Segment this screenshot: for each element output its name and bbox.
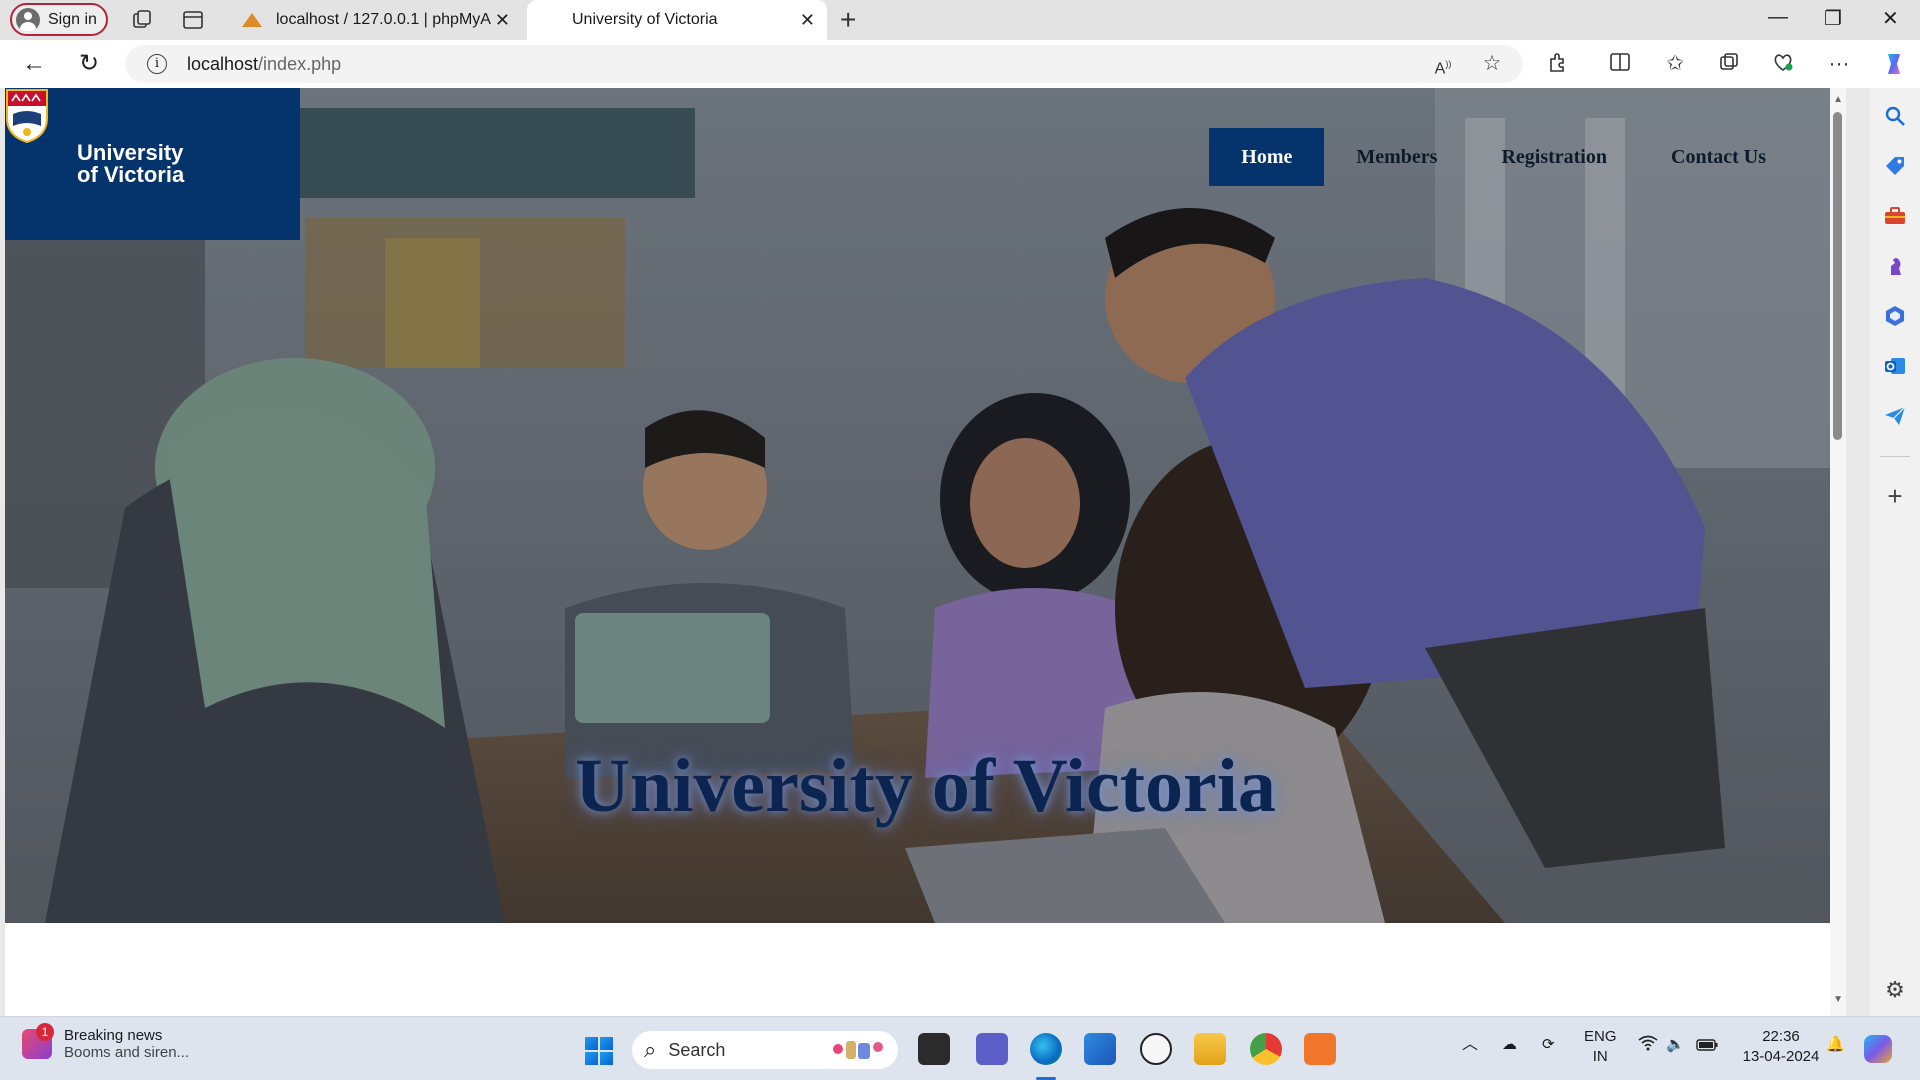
- logo-line-2: of Victoria: [77, 162, 185, 187]
- task-view-icon[interactable]: [918, 1033, 950, 1065]
- search-icon[interactable]: [1883, 104, 1907, 128]
- extensions-icon[interactable]: [1545, 51, 1571, 77]
- language-code: ENG: [1584, 1028, 1617, 1045]
- browser-toolbar: ← ↻ i localhost/index.php A)) ☆ ✩ ···: [0, 40, 1920, 88]
- close-tab-icon[interactable]: ✕: [800, 10, 815, 30]
- vertical-tabs-icon[interactable]: [181, 8, 205, 32]
- copilot-taskbar-icon[interactable]: [1864, 1035, 1892, 1063]
- browser-essentials-icon[interactable]: [1770, 51, 1796, 77]
- language-indicator[interactable]: ENG IN: [1584, 1027, 1617, 1067]
- news-title: Breaking news: [64, 1027, 163, 1044]
- nav-members[interactable]: Members: [1324, 128, 1469, 186]
- favorite-icon[interactable]: ☆: [1479, 51, 1505, 77]
- news-icon: 1: [22, 1023, 54, 1059]
- microsoft-365-icon[interactable]: [1883, 304, 1907, 328]
- battery-icon[interactable]: [1696, 1037, 1718, 1057]
- refresh-icon[interactable]: ↻: [75, 50, 103, 78]
- news-subtitle: Booms and siren...: [64, 1044, 190, 1061]
- info-icon[interactable]: i: [147, 54, 167, 74]
- url-host: localhost: [187, 53, 259, 74]
- nav-registration[interactable]: Registration: [1469, 128, 1639, 186]
- university-crest-icon: [6, 89, 48, 144]
- scroll-up-icon[interactable]: ▲: [1833, 94, 1843, 105]
- restore-icon[interactable]: ❐: [1824, 6, 1842, 31]
- shopping-tag-icon[interactable]: [1883, 154, 1907, 178]
- edge-browser-icon[interactable]: [1030, 1033, 1062, 1065]
- taskbar-search-box[interactable]: ⌕ Search: [632, 1031, 898, 1069]
- send-icon[interactable]: [1883, 404, 1907, 428]
- microsoft-store-icon[interactable]: [1084, 1033, 1116, 1065]
- outlook-icon[interactable]: [1883, 354, 1907, 378]
- close-window-icon[interactable]: ✕: [1882, 6, 1899, 31]
- collections-icon[interactable]: [1716, 51, 1742, 77]
- profile-avatar-icon: [16, 7, 40, 32]
- windows-taskbar: 1 Breaking news Booms and siren... ⌕ Sea…: [0, 1016, 1920, 1080]
- read-aloud-icon[interactable]: A)): [1430, 51, 1456, 77]
- clock[interactable]: 22:36 13-04-2024: [1742, 1027, 1820, 1067]
- tools-icon[interactable]: [1883, 204, 1907, 228]
- hero-title: University of Victoria: [575, 744, 1276, 828]
- notifications-icon[interactable]: 🔔: [1826, 1035, 1845, 1055]
- favorites-icon[interactable]: ✩: [1662, 51, 1688, 77]
- search-glass-icon: ⌕: [644, 1037, 657, 1062]
- search-highlight-icon: [833, 1041, 883, 1059]
- split-screen-icon[interactable]: [1607, 51, 1633, 77]
- sync-icon[interactable]: ⟳: [1542, 1035, 1555, 1055]
- main-navigation: Home Members Registration Contact Us: [1209, 128, 1798, 186]
- scroll-down-icon[interactable]: ▼: [1833, 994, 1843, 1005]
- minimize-icon[interactable]: —: [1768, 6, 1788, 29]
- news-widget[interactable]: 1 Breaking news Booms and siren...: [22, 1023, 190, 1061]
- region-code: IN: [1592, 1048, 1608, 1065]
- more-icon[interactable]: ···: [1826, 51, 1852, 77]
- copilot-icon[interactable]: [1880, 51, 1906, 77]
- phpmyadmin-favicon-icon: [242, 11, 262, 29]
- add-sidebar-app-icon[interactable]: +: [1883, 483, 1907, 509]
- dell-icon[interactable]: [1140, 1033, 1172, 1065]
- wifi-icon[interactable]: [1638, 1035, 1658, 1057]
- show-hidden-icons-icon[interactable]: ︿: [1462, 1035, 1478, 1055]
- sidebar-divider: [1880, 456, 1910, 457]
- logo-line-1: University: [77, 140, 184, 165]
- sign-in-button[interactable]: Sign in: [10, 3, 108, 36]
- taskbar-search-label: Search: [668, 1039, 726, 1060]
- tab-university-of-victoria[interactable]: University of Victoria ✕: [527, 0, 827, 40]
- url-path: /index.php: [258, 53, 342, 74]
- start-button-icon[interactable]: [585, 1037, 613, 1065]
- chrome-icon[interactable]: [1250, 1033, 1282, 1065]
- page-scrollbar[interactable]: ▲ ▼: [1830, 88, 1846, 1016]
- clock-date: 13-04-2024: [1742, 1048, 1820, 1065]
- nav-home[interactable]: Home: [1209, 128, 1325, 186]
- tab-strip: Sign in localhost / 127.0.0.1 | phpMyAdm…: [0, 0, 1920, 40]
- games-icon[interactable]: [1883, 254, 1907, 278]
- address-bar[interactable]: i localhost/index.php: [125, 45, 1523, 83]
- volume-icon[interactable]: 🔈: [1666, 1035, 1685, 1055]
- xampp-icon[interactable]: [1304, 1033, 1336, 1065]
- tab-phpmyadmin[interactable]: localhost / 127.0.0.1 | phpMyAdmin ✕: [232, 0, 522, 40]
- site-logo[interactable]: University of Victoria: [5, 88, 300, 240]
- tab-title: localhost / 127.0.0.1 | phpMyAdmin: [276, 11, 491, 28]
- nav-contact-us[interactable]: Contact Us: [1639, 128, 1798, 186]
- sign-in-label: Sign in: [48, 10, 97, 28]
- edge-sidebar: + ⚙: [1870, 88, 1920, 1016]
- onedrive-icon[interactable]: ☁: [1502, 1035, 1517, 1055]
- clock-time: 22:36: [1762, 1028, 1800, 1045]
- hero-section: University of Victoria Home Members Regi…: [5, 88, 1846, 923]
- back-icon[interactable]: ←: [20, 50, 48, 78]
- tab-title: University of Victoria: [572, 11, 718, 28]
- file-explorer-icon[interactable]: [1194, 1033, 1226, 1065]
- close-tab-icon[interactable]: ✕: [495, 10, 510, 30]
- settings-icon[interactable]: ⚙: [1883, 978, 1907, 1002]
- news-badge: 1: [36, 1023, 54, 1041]
- scroll-thumb[interactable]: [1833, 112, 1842, 440]
- workspaces-icon[interactable]: [130, 8, 154, 32]
- teams-icon[interactable]: [976, 1033, 1008, 1065]
- page-viewport: University of Victoria Home Members Regi…: [5, 88, 1846, 1016]
- new-tab-button[interactable]: +: [840, 4, 856, 36]
